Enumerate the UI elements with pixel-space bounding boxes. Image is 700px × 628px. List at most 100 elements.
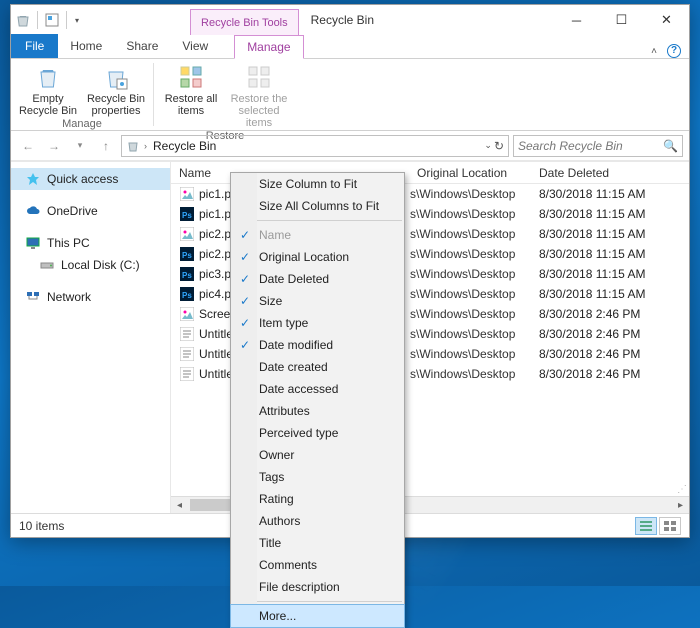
file-type-icon — [179, 366, 195, 382]
drive-icon — [39, 257, 55, 273]
menu-column-size[interactable]: ✓Size — [231, 290, 404, 312]
refresh-icon[interactable]: ↻ — [494, 139, 504, 153]
check-icon: ✓ — [237, 228, 253, 242]
menu-column-perceived-type[interactable]: Perceived type — [231, 422, 404, 444]
file-type-icon — [179, 306, 195, 322]
window-title: Recycle Bin — [299, 5, 386, 35]
menu-column-name: ✓ Name — [231, 224, 404, 246]
menu-column-date-modified[interactable]: ✓Date modified — [231, 334, 404, 356]
properties-icon[interactable] — [44, 12, 60, 28]
restore-selected-button: Restore the selected items — [228, 61, 290, 129]
menu-column-owner[interactable]: Owner — [231, 444, 404, 466]
svg-text:Ps: Ps — [182, 211, 192, 220]
check-icon: ✓ — [237, 316, 253, 330]
menu-item-label: Date accessed — [259, 382, 338, 396]
file-date-deleted: 8/30/2018 2:46 PM — [539, 307, 689, 321]
menu-column-date-accessed[interactable]: Date accessed — [231, 378, 404, 400]
pc-icon — [25, 235, 41, 251]
search-icon[interactable]: 🔍 — [663, 139, 678, 153]
file-date-deleted: 8/30/2018 11:15 AM — [539, 267, 689, 281]
menu-column-original-location[interactable]: ✓ Original Location — [231, 246, 404, 268]
item-count: 10 items — [19, 519, 64, 533]
context-tab-recycle-bin-tools[interactable]: Recycle Bin Tools — [190, 9, 299, 35]
search-box[interactable]: Search Recycle Bin 🔍 — [513, 135, 683, 157]
svg-text:Ps: Ps — [182, 271, 192, 280]
menu-more[interactable]: More... — [231, 605, 404, 627]
svg-text:Ps: Ps — [182, 291, 192, 300]
address-bar[interactable]: › Recycle Bin ⌄ ↻ — [121, 135, 509, 157]
history-dropdown-icon[interactable]: ▾ — [69, 135, 91, 157]
check-icon: ✓ — [237, 250, 253, 264]
tab-manage[interactable]: Manage — [234, 35, 303, 59]
chevron-right-icon[interactable]: › — [144, 141, 147, 151]
menu-item-label: Date created — [259, 360, 328, 374]
breadcrumb[interactable]: Recycle Bin — [151, 139, 218, 153]
sidebar-item-quick-access[interactable]: Quick access — [11, 168, 170, 190]
menu-item-label: Title — [259, 536, 281, 550]
tab-file[interactable]: File — [11, 34, 58, 58]
column-header-date-deleted[interactable]: Date Deleted — [539, 166, 689, 180]
menu-column-tags[interactable]: Tags — [231, 466, 404, 488]
help-icon[interactable]: ? — [667, 44, 681, 58]
sidebar-item-network[interactable]: Network — [11, 286, 170, 308]
menu-item-label: Perceived type — [259, 426, 338, 440]
sidebar-item-label: This PC — [47, 236, 90, 250]
menu-size-column-to-fit[interactable]: Size Column to Fit — [231, 173, 404, 195]
menu-column-file-description[interactable]: File description — [231, 576, 404, 598]
properties-bin-icon — [102, 63, 130, 91]
file-type-icon: Ps — [179, 286, 195, 302]
restore-all-label: Restore all items — [160, 93, 222, 117]
scroll-right-icon[interactable]: ▸ — [672, 500, 689, 511]
maximize-button[interactable]: ☐ — [599, 5, 644, 35]
menu-item-label: File description — [259, 580, 340, 594]
forward-button[interactable]: → — [43, 135, 65, 157]
properties-bin-label: Recycle Bin properties — [85, 93, 147, 117]
back-button[interactable]: ← — [17, 135, 39, 157]
thumbnails-view-button[interactable] — [659, 517, 681, 535]
menu-item-label: Size — [259, 294, 282, 308]
tab-view[interactable]: View — [170, 34, 220, 58]
menu-column-date-deleted[interactable]: ✓Date Deleted — [231, 268, 404, 290]
scroll-left-icon[interactable]: ◂ — [171, 500, 188, 511]
search-placeholder: Search Recycle Bin — [518, 139, 663, 153]
file-type-icon: Ps — [179, 246, 195, 262]
menu-column-authors[interactable]: Authors — [231, 510, 404, 532]
quick-access-toolbar: ▾ — [11, 5, 85, 35]
empty-recycle-bin-button[interactable]: Empty Recycle Bin — [17, 61, 79, 117]
minimize-button[interactable]: ─ — [554, 5, 599, 35]
menu-size-all-columns-to-fit[interactable]: Size All Columns to Fit — [231, 195, 404, 217]
sidebar-item-this-pc[interactable]: This PC — [11, 232, 170, 254]
nav-bar: ← → ▾ ↑ › Recycle Bin ⌄ ↻ Search Recycle… — [11, 131, 689, 161]
menu-column-date-created[interactable]: Date created — [231, 356, 404, 378]
tab-share[interactable]: Share — [114, 34, 170, 58]
collapse-ribbon-icon[interactable]: ˄ — [651, 46, 657, 57]
qat-dropdown-icon[interactable]: ▾ — [73, 16, 81, 25]
menu-item-label: Rating — [259, 492, 294, 506]
file-date-deleted: 8/30/2018 11:15 AM — [539, 187, 689, 201]
close-button[interactable]: ✕ — [644, 5, 689, 35]
sidebar-item-onedrive[interactable]: OneDrive — [11, 200, 170, 222]
tab-home[interactable]: Home — [58, 34, 114, 58]
menu-item-label: Item type — [259, 316, 308, 330]
address-dropdown-icon[interactable]: ⌄ — [484, 140, 492, 151]
menu-column-attributes[interactable]: Attributes — [231, 400, 404, 422]
sidebar-item-label: Quick access — [47, 172, 118, 186]
menu-item-label: Date modified — [259, 338, 333, 352]
menu-column-comments[interactable]: Comments — [231, 554, 404, 576]
restore-all-button[interactable]: Restore all items — [160, 61, 222, 117]
restore-all-icon — [177, 63, 205, 91]
ribbon-group-manage-label: Manage — [17, 117, 147, 131]
sidebar-item-label: OneDrive — [47, 204, 98, 218]
menu-column-title[interactable]: Title — [231, 532, 404, 554]
file-date-deleted: 8/30/2018 2:46 PM — [539, 327, 689, 341]
details-view-button[interactable] — [635, 517, 657, 535]
up-button[interactable]: ↑ — [95, 135, 117, 157]
menu-item-label: Name — [259, 228, 291, 242]
ribbon-tabs: File Home Share View Manage ˄ ? — [11, 35, 689, 59]
menu-column-rating[interactable]: Rating — [231, 488, 404, 510]
menu-item-label: Owner — [259, 448, 294, 462]
recycle-bin-properties-button[interactable]: Recycle Bin properties — [85, 61, 147, 117]
menu-item-label: Original Location — [259, 250, 349, 264]
menu-column-item-type[interactable]: ✓ Item type — [231, 312, 404, 334]
sidebar-item-local-disk[interactable]: Local Disk (C:) — [11, 254, 170, 276]
